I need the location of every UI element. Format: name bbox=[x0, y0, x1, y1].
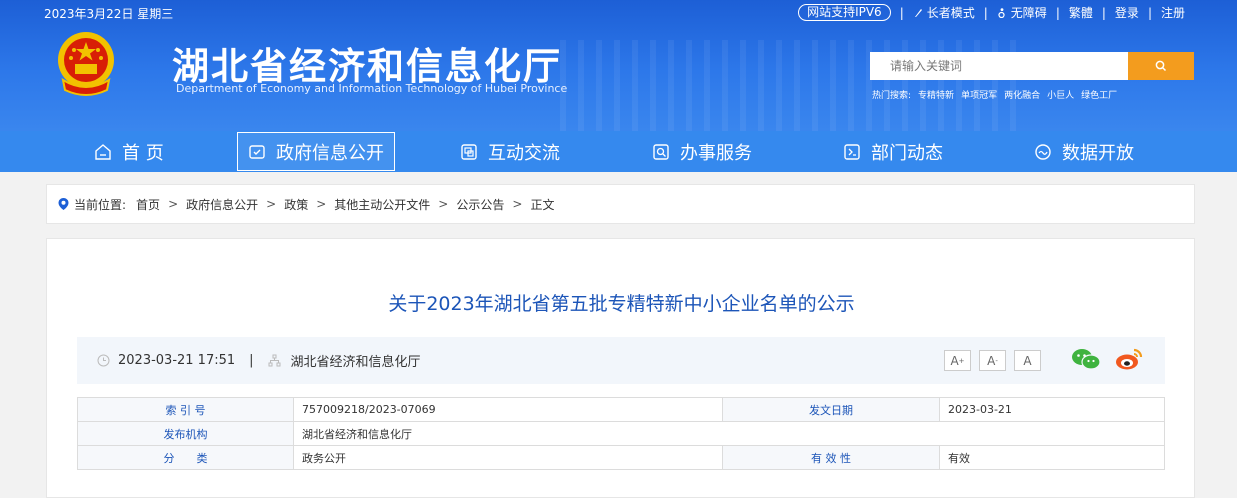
info-table: 索 引 号 757009218/2023-07069 发文日期 2023-03-… bbox=[77, 397, 1165, 470]
font-increase-button[interactable]: A + bbox=[944, 350, 971, 371]
national-emblem-icon bbox=[58, 32, 114, 96]
top-bar: 2023年3月22日 星期三 网站支持IPV6 | 长者模式 | 无障碍 | 繁… bbox=[0, 0, 1237, 24]
document-check-icon bbox=[249, 144, 265, 159]
search-icon bbox=[1155, 60, 1167, 72]
chat-icon bbox=[461, 143, 477, 160]
search-button[interactable] bbox=[1128, 52, 1194, 80]
nav-home[interactable]: 首 页 bbox=[94, 131, 164, 172]
breadcrumb-current: 正文 bbox=[530, 197, 555, 212]
article-panel: 关于2023年湖北省第五批专精特新中小企业名单的公示 2023-03-21 17… bbox=[46, 238, 1195, 498]
org-label: 发布机构 bbox=[77, 421, 294, 446]
nav-services[interactable]: 办事服务 bbox=[652, 131, 752, 172]
home-icon bbox=[95, 143, 111, 160]
index-label: 索 引 号 bbox=[77, 397, 294, 422]
ipv6-link[interactable]: 网站支持IPV6 bbox=[798, 4, 891, 21]
breadcrumb: 当前位置: 首页 > 政府信息公开 > 政策 > 其他主动公开文件 > 公示公告… bbox=[46, 184, 1195, 224]
hot-term[interactable]: 小巨人 bbox=[1047, 88, 1074, 101]
date-value: 2023-03-21 bbox=[939, 397, 1165, 422]
brush-icon bbox=[914, 8, 922, 17]
location-pin-icon bbox=[58, 198, 69, 210]
breadcrumb-label: 当前位置: bbox=[74, 197, 127, 212]
wechat-icon[interactable] bbox=[1071, 348, 1101, 370]
publish-datetime: 2023-03-21 17:51 bbox=[118, 353, 236, 368]
clock-icon bbox=[97, 354, 110, 367]
current-date: 2023年3月22日 星期三 bbox=[44, 7, 174, 21]
nav-news[interactable]: 部门动态 bbox=[843, 131, 943, 172]
register-link[interactable]: 注册 bbox=[1161, 4, 1185, 21]
publisher: 湖北省经济和信息化厅 bbox=[290, 355, 421, 370]
elder-mode-link[interactable]: 长者模式 bbox=[913, 4, 975, 21]
data-icon bbox=[1035, 143, 1051, 160]
hot-term[interactable]: 专精特新 bbox=[918, 88, 954, 101]
header-banner: 2023年3月22日 星期三 网站支持IPV6 | 长者模式 | 无障碍 | 繁… bbox=[0, 0, 1237, 131]
table-row: 发布机构 湖北省经济和信息化厅 bbox=[77, 421, 1165, 446]
font-size-controls: A + A- A bbox=[944, 350, 1041, 371]
table-row: 分 类 政务公开 有 效 性 有效 bbox=[77, 445, 1165, 470]
font-decrease-button[interactable]: A- bbox=[979, 350, 1006, 371]
search-input[interactable] bbox=[870, 52, 1128, 80]
nav-open-data[interactable]: 数据开放 bbox=[1034, 131, 1134, 172]
top-links: 网站支持IPV6 | 长者模式 | 无障碍 | 繁體 | 登录 | 注册 bbox=[798, 4, 1185, 21]
site-subtitle: Department of Economy and Information Te… bbox=[176, 82, 568, 95]
date-label: 发文日期 bbox=[722, 397, 940, 422]
breadcrumb-item[interactable]: 政策 bbox=[284, 196, 308, 213]
accessibility-icon bbox=[998, 7, 1005, 18]
org-value: 湖北省经济和信息化厅 bbox=[293, 421, 1165, 446]
accessibility-link[interactable]: 无障碍 bbox=[997, 4, 1047, 21]
table-row: 索 引 号 757009218/2023-07069 发文日期 2023-03-… bbox=[77, 397, 1165, 422]
hot-term[interactable]: 绿色工厂 bbox=[1081, 88, 1117, 101]
breadcrumb-item[interactable]: 首页 bbox=[136, 196, 160, 213]
main-nav: 首 页 政府信息公开 互动交流 办事服务 部门动态 数据开放 bbox=[0, 131, 1237, 172]
font-reset-button[interactable]: A bbox=[1014, 350, 1041, 371]
validity-value: 有效 bbox=[939, 445, 1165, 470]
login-link[interactable]: 登录 bbox=[1115, 4, 1139, 21]
article-title: 关于2023年湖北省第五批专精特新中小企业名单的公示 bbox=[388, 293, 855, 315]
validity-label: 有 效 性 bbox=[722, 445, 940, 470]
hot-search: 热门搜索: 专精特新 单项冠军 两化融合 小巨人 绿色工厂 bbox=[872, 88, 1117, 101]
category-label: 分 类 bbox=[77, 445, 294, 470]
news-icon bbox=[844, 143, 860, 160]
hot-term[interactable]: 单项冠军 bbox=[961, 88, 997, 101]
index-value: 757009218/2023-07069 bbox=[293, 397, 723, 422]
hot-term[interactable]: 两化融合 bbox=[1004, 88, 1040, 101]
service-icon bbox=[653, 143, 669, 160]
breadcrumb-item[interactable]: 公示公告 bbox=[456, 196, 504, 213]
nav-interaction[interactable]: 互动交流 bbox=[460, 131, 560, 172]
share-buttons bbox=[1071, 347, 1143, 371]
nav-gov-info[interactable]: 政府信息公开 bbox=[237, 132, 395, 171]
traditional-chinese-link[interactable]: 繁體 bbox=[1069, 4, 1093, 21]
breadcrumb-item[interactable]: 政府信息公开 bbox=[186, 196, 258, 213]
organization-icon bbox=[268, 354, 281, 367]
weibo-icon[interactable] bbox=[1115, 347, 1143, 371]
category-value: 政务公开 bbox=[293, 445, 723, 470]
breadcrumb-item[interactable]: 其他主动公开文件 bbox=[334, 196, 430, 213]
search-box bbox=[870, 52, 1194, 80]
article-meta: 2023-03-21 17:51 | 湖北省经济和信息化厅 A + A- A bbox=[77, 337, 1165, 384]
